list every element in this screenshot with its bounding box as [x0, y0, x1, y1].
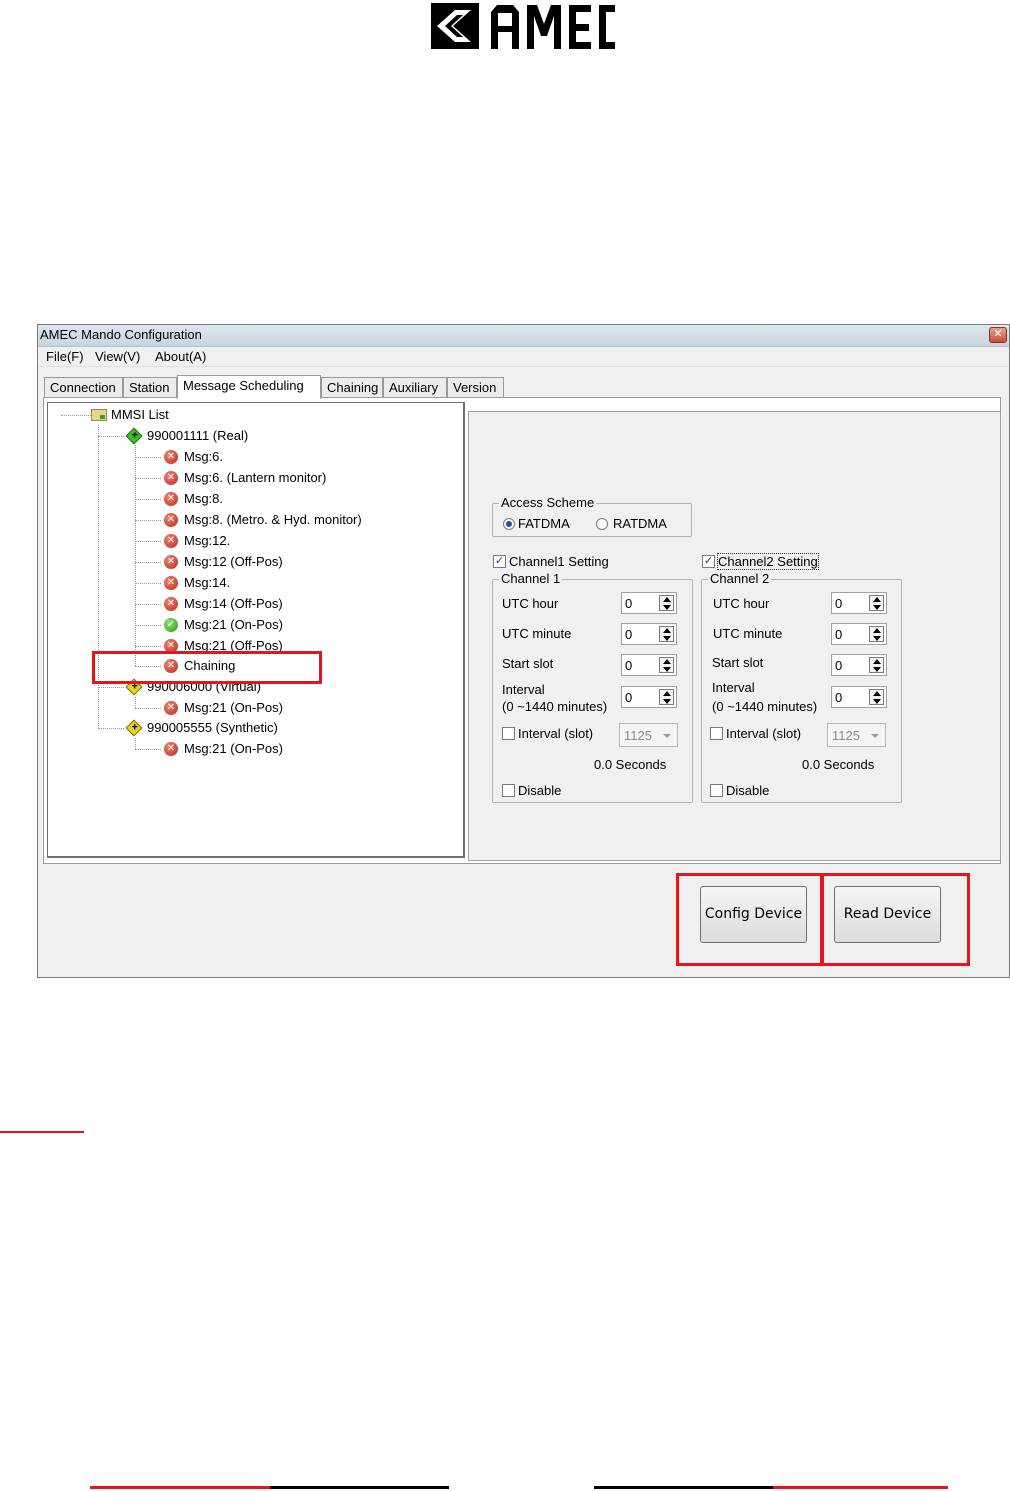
- ch2-start-slot-spinner[interactable]: 0: [831, 654, 887, 676]
- access-scheme-title: Access Scheme: [499, 495, 597, 510]
- ch2-utc-minute-label: UTC minute: [713, 626, 783, 641]
- ch1-seconds: 0.0 Seconds: [594, 757, 667, 772]
- radio-ratdma-label: RATDMA: [613, 516, 667, 531]
- ch1-interval-slot-label: Interval (slot): [518, 726, 594, 741]
- ch1-interval-range: (0 ~1440 minutes): [502, 699, 608, 714]
- channel1-setting-label: Channel1 Setting: [509, 554, 609, 569]
- tab-connection[interactable]: Connection: [44, 377, 123, 398]
- folder-icon: [91, 409, 107, 421]
- config-device-highlight-box: [676, 873, 824, 966]
- channel2-setting-checkbox[interactable]: ✓: [702, 555, 715, 568]
- ch1-utc-hour-spinner[interactable]: 0: [621, 592, 677, 614]
- tab-chaining[interactable]: Chaining: [321, 377, 383, 398]
- error-icon: ✕: [164, 555, 178, 569]
- footer-line-red-left: [90, 1486, 270, 1489]
- yellow-diamond-icon: +: [125, 719, 143, 737]
- ch1-utc-hour-label: UTC hour: [502, 596, 559, 611]
- mmsi-tree[interactable]: MMSI List + 990001111 (Real) ✕ Msg:6. ✕ …: [47, 402, 465, 858]
- channel2-title: Channel 2: [708, 571, 772, 586]
- spin-arrows-icon[interactable]: [869, 657, 884, 673]
- error-icon: ✕: [164, 701, 178, 715]
- ch1-interval-slot-combo[interactable]: 1125: [619, 723, 678, 747]
- spin-arrows-icon[interactable]: [659, 657, 674, 673]
- ch1-interval-spinner[interactable]: 0: [621, 686, 677, 708]
- tab-version[interactable]: Version: [447, 377, 504, 398]
- amec-logo: [431, 3, 615, 49]
- error-icon: ✕: [164, 450, 178, 464]
- spin-arrows-icon[interactable]: [659, 595, 674, 611]
- ch1-disable-label: Disable: [518, 783, 562, 798]
- menu-about[interactable]: About(A): [155, 349, 206, 364]
- radio-fatdma-label: FATDMA: [518, 516, 570, 531]
- ch2-utc-minute-spinner[interactable]: 0: [831, 623, 887, 645]
- ch2-utc-hour-spinner[interactable]: 0: [831, 592, 887, 614]
- ch2-interval-range: (0 ~1440 minutes): [712, 699, 818, 714]
- channel1-title: Channel 1: [499, 571, 563, 586]
- menu-bar: File(F) View(V) About(A): [38, 347, 1009, 367]
- spin-arrows-icon[interactable]: [869, 626, 884, 642]
- ch2-interval-label: Interval: [712, 680, 755, 695]
- ch2-seconds: 0.0 Seconds: [802, 757, 875, 772]
- spin-arrows-icon[interactable]: [869, 689, 884, 705]
- channel1-setting-checkbox[interactable]: ✓: [493, 555, 506, 568]
- error-icon: ✕: [164, 534, 178, 548]
- ch2-interval-spinner[interactable]: 0: [831, 686, 887, 708]
- spin-arrows-icon[interactable]: [869, 595, 884, 611]
- ch1-utc-minute-label: UTC minute: [502, 626, 572, 641]
- ch1-start-slot-label: Start slot: [502, 656, 554, 671]
- ch2-interval-slot-combo[interactable]: 1125: [827, 723, 886, 747]
- ch1-utc-minute-spinner[interactable]: 0: [621, 623, 677, 645]
- access-scheme-group: Access Scheme FATDMA RATDMA: [492, 495, 692, 537]
- error-icon: ✕: [164, 492, 178, 506]
- footer-line-black-left: [270, 1486, 449, 1489]
- chevron-down-icon: [871, 734, 879, 738]
- window-title: AMEC Mando Configuration: [40, 327, 202, 342]
- settings-panel: Access Scheme FATDMA RATDMA ✓ Channel1 S…: [468, 411, 1001, 861]
- tab-station[interactable]: Station: [123, 377, 177, 398]
- error-icon: ✕: [164, 576, 178, 590]
- tab-auxiliary[interactable]: Auxiliary: [383, 377, 447, 398]
- red-underline-mark: [0, 1131, 84, 1133]
- green-diamond-icon: +: [125, 427, 143, 445]
- radio-ratdma[interactable]: [596, 518, 608, 530]
- channel1-group: Channel 1 UTC hour 0 UTC minute 0 Start …: [492, 571, 693, 803]
- chaining-highlight-box: [92, 651, 322, 684]
- footer-line-black-right: [594, 1486, 773, 1489]
- ch1-interval-label: Interval: [502, 682, 545, 697]
- spin-arrows-icon[interactable]: [659, 626, 674, 642]
- message-scheduling-page: MMSI List + 990001111 (Real) ✕ Msg:6. ✕ …: [43, 397, 1001, 864]
- chevron-down-icon: [663, 734, 671, 738]
- read-device-highlight-box: [820, 873, 970, 966]
- ch1-start-slot-spinner[interactable]: 0: [621, 654, 677, 676]
- ch2-disable-checkbox[interactable]: [710, 784, 723, 797]
- ch1-disable-checkbox[interactable]: [502, 784, 515, 797]
- tab-message-scheduling[interactable]: Message Scheduling: [177, 375, 321, 399]
- menu-view[interactable]: View(V): [95, 349, 140, 364]
- error-icon: ✕: [164, 597, 178, 611]
- ch2-utc-hour-label: UTC hour: [713, 596, 770, 611]
- ch2-interval-slot-checkbox[interactable]: [710, 727, 723, 740]
- error-icon: ✕: [164, 513, 178, 527]
- radio-fatdma[interactable]: [503, 518, 515, 530]
- title-bar[interactable]: AMEC Mando Configuration ✕: [38, 325, 1009, 347]
- footer-line-red-right: [773, 1486, 948, 1489]
- error-icon: ✕: [164, 471, 178, 485]
- ch2-interval-slot-label: Interval (slot): [726, 726, 802, 741]
- ch2-disable-label: Disable: [726, 783, 770, 798]
- spin-arrows-icon[interactable]: [659, 689, 674, 705]
- channel2-setting-label: Channel2 Setting: [717, 553, 819, 570]
- menu-file[interactable]: File(F): [46, 349, 84, 364]
- ch2-start-slot-label: Start slot: [712, 655, 764, 670]
- error-icon: ✕: [164, 742, 178, 756]
- ch1-interval-slot-checkbox[interactable]: [502, 727, 515, 740]
- channel2-group: Channel 2 UTC hour 0 UTC minute 0 Start …: [701, 571, 902, 803]
- check-icon: ✓: [164, 618, 178, 632]
- close-icon[interactable]: ✕: [989, 327, 1007, 343]
